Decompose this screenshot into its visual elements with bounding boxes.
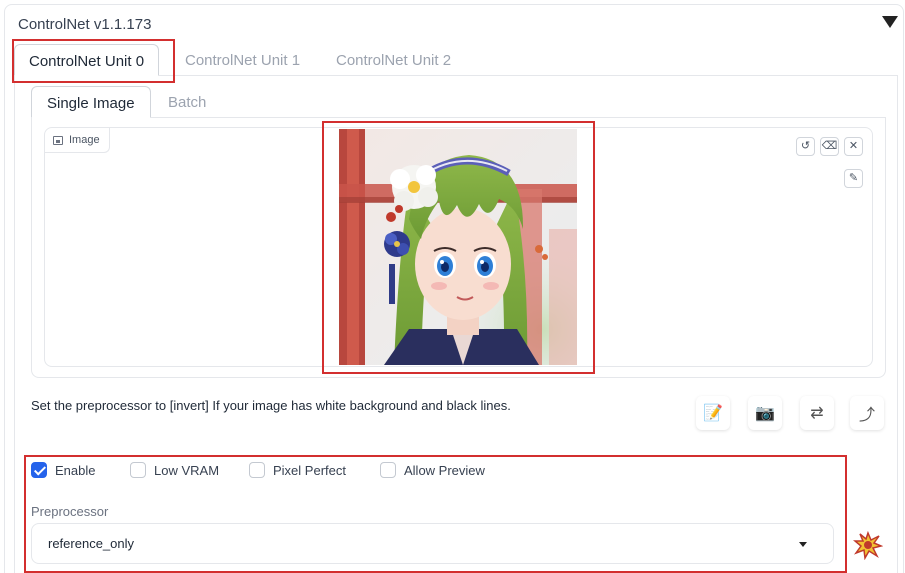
tab-controlnet-unit-1[interactable]: ControlNet Unit 1	[185, 44, 300, 76]
image-label: Image	[45, 128, 110, 153]
low-vram-label: Low VRAM	[154, 462, 220, 478]
image-label-text: Image	[69, 133, 100, 146]
notes-icon[interactable]: 📝	[696, 396, 730, 430]
collapse-arrow-icon[interactable]	[882, 16, 898, 28]
enable-label: Enable	[55, 462, 96, 478]
tab-batch[interactable]: Batch	[168, 86, 206, 118]
reference-image	[339, 129, 577, 365]
eraser-icon[interactable]: ⌫	[820, 137, 839, 156]
image-icon	[53, 135, 63, 145]
brush-icon[interactable]: ✎	[844, 169, 863, 188]
tab-single-image[interactable]: Single Image	[31, 86, 151, 118]
allow-preview-checkbox[interactable]: Allow Preview	[380, 461, 485, 479]
panel-title: ControlNet v1.1.173	[18, 16, 152, 33]
camera-icon[interactable]: 📷	[748, 396, 782, 430]
run-preprocessor-icon[interactable]	[852, 530, 884, 561]
preprocessor-label: Preprocessor	[31, 504, 109, 519]
allow-preview-label: Allow Preview	[404, 462, 485, 478]
sub-tabs-divider	[31, 117, 886, 118]
tab-controlnet-unit-0[interactable]: ControlNet Unit 0	[14, 44, 160, 76]
close-icon[interactable]: ✕	[844, 137, 863, 156]
pixel-perfect-checkbox[interactable]: Pixel Perfect	[249, 461, 346, 479]
allow-preview-checkbox-box[interactable]	[380, 462, 396, 478]
swap-icon[interactable]: ⇄	[800, 396, 834, 430]
chevron-down-icon	[799, 542, 807, 547]
low-vram-checkbox[interactable]: Low VRAM	[130, 461, 219, 479]
enable-checkbox[interactable]: Enable	[31, 461, 95, 479]
pixel-perfect-checkbox-box[interactable]	[249, 462, 265, 478]
low-vram-checkbox-box[interactable]	[130, 462, 146, 478]
enable-checkbox-box[interactable]	[31, 462, 47, 478]
preprocessor-dropdown[interactable]: reference_only	[31, 523, 834, 564]
preprocessor-value: reference_only	[48, 536, 134, 551]
send-dimensions-icon[interactable]: ⤴	[850, 396, 884, 430]
tab-controlnet-unit-2[interactable]: ControlNet Unit 2	[336, 44, 451, 76]
undo-icon[interactable]: ↺	[796, 137, 815, 156]
preprocessor-hint: Set the preprocessor to [invert] If your…	[31, 398, 511, 413]
pixel-perfect-label: Pixel Perfect	[273, 462, 346, 478]
